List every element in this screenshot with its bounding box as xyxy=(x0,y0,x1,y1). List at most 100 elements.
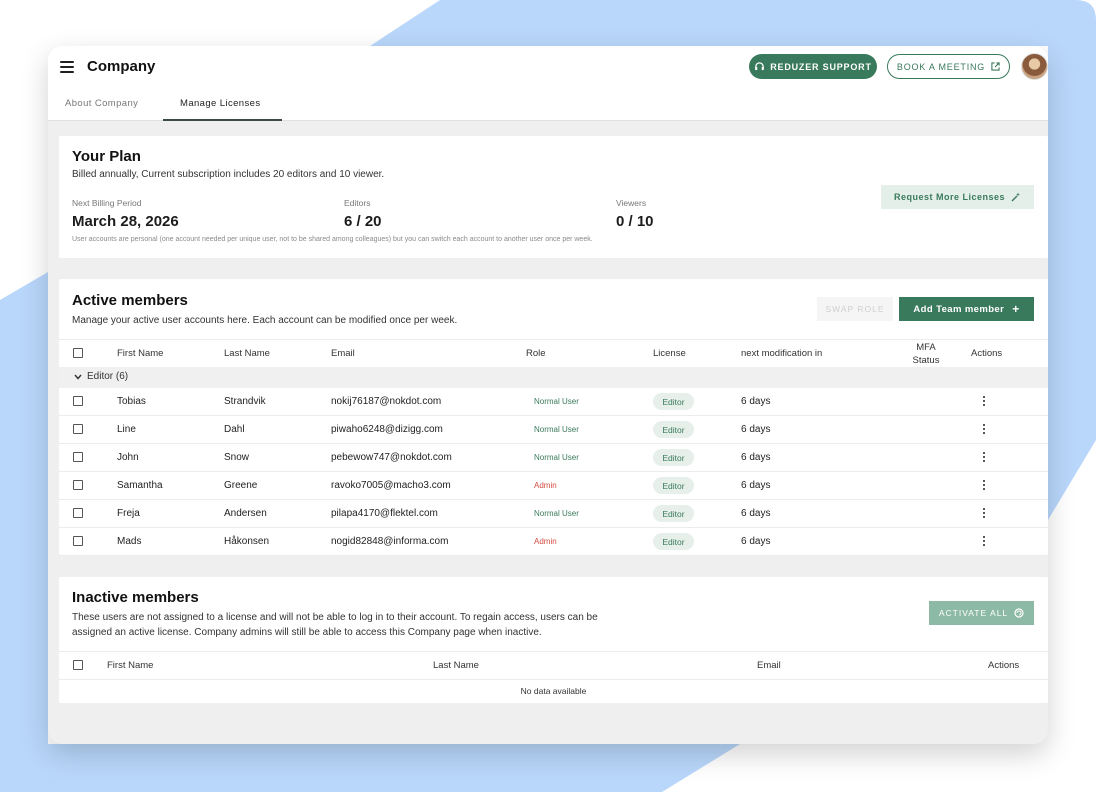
row-last-name: Strandvik xyxy=(224,396,266,407)
row-checkbox[interactable] xyxy=(73,452,83,462)
row-email: pilapa4170@flektel.com xyxy=(331,508,438,519)
more-actions-icon[interactable] xyxy=(983,536,986,546)
row-email: piwaho6248@dizigg.com xyxy=(331,424,443,435)
plan-card: Your Plan Billed annually, Current subsc… xyxy=(59,136,1048,258)
tab-about-company[interactable]: About Company xyxy=(65,98,138,109)
chevron-down-icon xyxy=(74,374,82,380)
row-role: Normal User xyxy=(534,425,579,434)
license-badge: Editor xyxy=(653,393,694,410)
billing-value: March 28, 2026 xyxy=(72,213,179,230)
more-actions-icon[interactable] xyxy=(983,452,986,462)
active-members-subtitle: Manage your active user accounts here. E… xyxy=(72,315,458,326)
select-all-checkbox[interactable] xyxy=(73,348,83,358)
add-team-member-label: Add Team member xyxy=(913,303,1005,315)
row-next-modification: 6 days xyxy=(741,536,771,547)
license-badge: Editor xyxy=(653,505,694,522)
row-checkbox[interactable] xyxy=(73,396,83,406)
row-checkbox[interactable] xyxy=(73,508,83,518)
inactive-col-last-name[interactable]: Last Name xyxy=(433,660,479,671)
col-role[interactable]: Role xyxy=(526,348,546,359)
row-next-modification: 6 days xyxy=(741,424,771,435)
table-row[interactable]: Mads Håkonsen nogid82848@informa.com Admin E… xyxy=(59,528,1048,556)
table-row[interactable]: Tobias Strandvik nokij76187@nokdot.com Norm… xyxy=(59,388,1048,416)
inactive-members-title: Inactive members xyxy=(72,589,199,606)
book-meeting-label: BOOK A MEETING xyxy=(896,61,986,72)
row-last-name: Håkonsen xyxy=(224,536,270,547)
editor-group-text: Editor (6) xyxy=(87,371,129,382)
inactive-col-actions: Actions xyxy=(988,660,1020,671)
row-checkbox[interactable] xyxy=(73,480,83,490)
row-next-modification: 6 days xyxy=(741,396,771,407)
more-actions-icon[interactable] xyxy=(983,424,986,434)
inactive-col-email[interactable]: Email xyxy=(757,660,781,671)
row-last-name: Andersen xyxy=(224,508,267,519)
inactive-members-card: Inactive members These users are not ass… xyxy=(59,577,1048,703)
inactive-subtitle-line1: These users are not assigned to a licens… xyxy=(72,612,598,623)
more-actions-icon[interactable] xyxy=(983,396,986,406)
inactive-header-divider xyxy=(59,679,1048,680)
license-badge: Editor xyxy=(653,421,694,438)
row-first-name: John xyxy=(117,452,139,463)
hamburger-menu-icon[interactable] xyxy=(60,61,74,73)
row-first-name: Samantha xyxy=(117,480,163,491)
row-email: nogid82848@informa.com xyxy=(331,536,449,547)
activate-all-button[interactable]: ACTIVATE ALL xyxy=(929,601,1034,625)
col-license[interactable]: License xyxy=(653,348,686,359)
row-role: Normal User xyxy=(534,453,579,462)
row-last-name: Snow xyxy=(224,452,250,463)
active-tab-indicator xyxy=(163,119,282,121)
viewers-label: Viewers xyxy=(616,198,647,208)
more-actions-icon[interactable] xyxy=(983,480,986,490)
col-email[interactable]: Email xyxy=(331,348,355,359)
top-bar: Company REDUZER SUPPORT BOOK A MEETING A… xyxy=(48,46,1048,121)
row-first-name: Freja xyxy=(117,508,140,519)
editors-label: Editors xyxy=(344,198,371,208)
table-row[interactable]: Freja Andersen pilapa4170@flektel.com Norma… xyxy=(59,500,1048,528)
page-title: Company xyxy=(87,58,156,75)
tab-manage-licenses[interactable]: Manage Licenses xyxy=(180,98,260,109)
support-button-label: REDUZER SUPPORT xyxy=(770,61,872,72)
row-email: ravoko7005@macho3.com xyxy=(331,480,451,491)
col-mfa-status[interactable]: MFA Status xyxy=(905,341,947,367)
editor-group-row[interactable]: Editor (6) xyxy=(59,367,1048,388)
activate-all-label: ACTIVATE ALL xyxy=(938,608,1009,618)
plan-subtitle: Billed annually, Current subscription in… xyxy=(72,169,385,180)
col-actions: Actions xyxy=(971,348,1003,359)
row-role: Normal User xyxy=(534,509,579,518)
col-last-name[interactable]: Last Name xyxy=(224,348,270,359)
row-checkbox[interactable] xyxy=(73,536,83,546)
magic-wand-icon xyxy=(1011,192,1021,202)
billing-label: Next Billing Period xyxy=(72,198,142,208)
request-licenses-button[interactable]: Request More Licenses xyxy=(881,185,1034,209)
more-actions-icon[interactable] xyxy=(983,508,986,518)
book-meeting-button[interactable]: BOOK A MEETING xyxy=(887,54,1010,79)
add-team-member-button[interactable]: Add Team member + xyxy=(899,297,1034,321)
row-first-name: Mads xyxy=(117,536,142,547)
plan-title: Your Plan xyxy=(72,148,141,165)
support-button[interactable]: REDUZER SUPPORT xyxy=(749,54,877,79)
plan-note: User accounts are personal (one account … xyxy=(72,236,593,243)
row-checkbox[interactable] xyxy=(73,424,83,434)
col-first-name[interactable]: First Name xyxy=(117,348,163,359)
row-next-modification: 6 days xyxy=(741,480,771,491)
plus-icon: + xyxy=(1012,302,1020,316)
editors-value: 6 / 20 xyxy=(344,213,382,230)
no-data-message: No data available xyxy=(520,686,587,696)
editor-group-label[interactable]: Editor (6) xyxy=(74,371,128,382)
inactive-select-all-checkbox[interactable] xyxy=(73,660,83,670)
user-avatar[interactable] xyxy=(1021,53,1048,80)
inactive-subtitle-line2: assigned an active license. Company admi… xyxy=(72,627,542,638)
table-row[interactable]: Line Dahl piwaho6248@dizigg.com Normal User… xyxy=(59,416,1048,444)
inactive-col-first-name[interactable]: First Name xyxy=(107,660,153,671)
row-next-modification: 6 days xyxy=(741,452,771,463)
table-row[interactable]: John Snow pebewow747@nokdot.com Normal User… xyxy=(59,444,1048,472)
table-row[interactable]: Samantha Greene ravoko7005@macho3.com Admin… xyxy=(59,472,1048,500)
viewers-value: 0 / 10 xyxy=(616,213,654,230)
request-licenses-label: Request More Licenses xyxy=(893,192,1006,202)
row-first-name: Line xyxy=(117,424,136,435)
row-next-modification: 6 days xyxy=(741,508,771,519)
external-link-icon xyxy=(991,62,1000,71)
swap-role-button[interactable]: SWAP ROLE xyxy=(817,297,893,321)
col-next-modification[interactable]: next modification in xyxy=(741,348,822,359)
row-role: Admin xyxy=(534,481,557,490)
